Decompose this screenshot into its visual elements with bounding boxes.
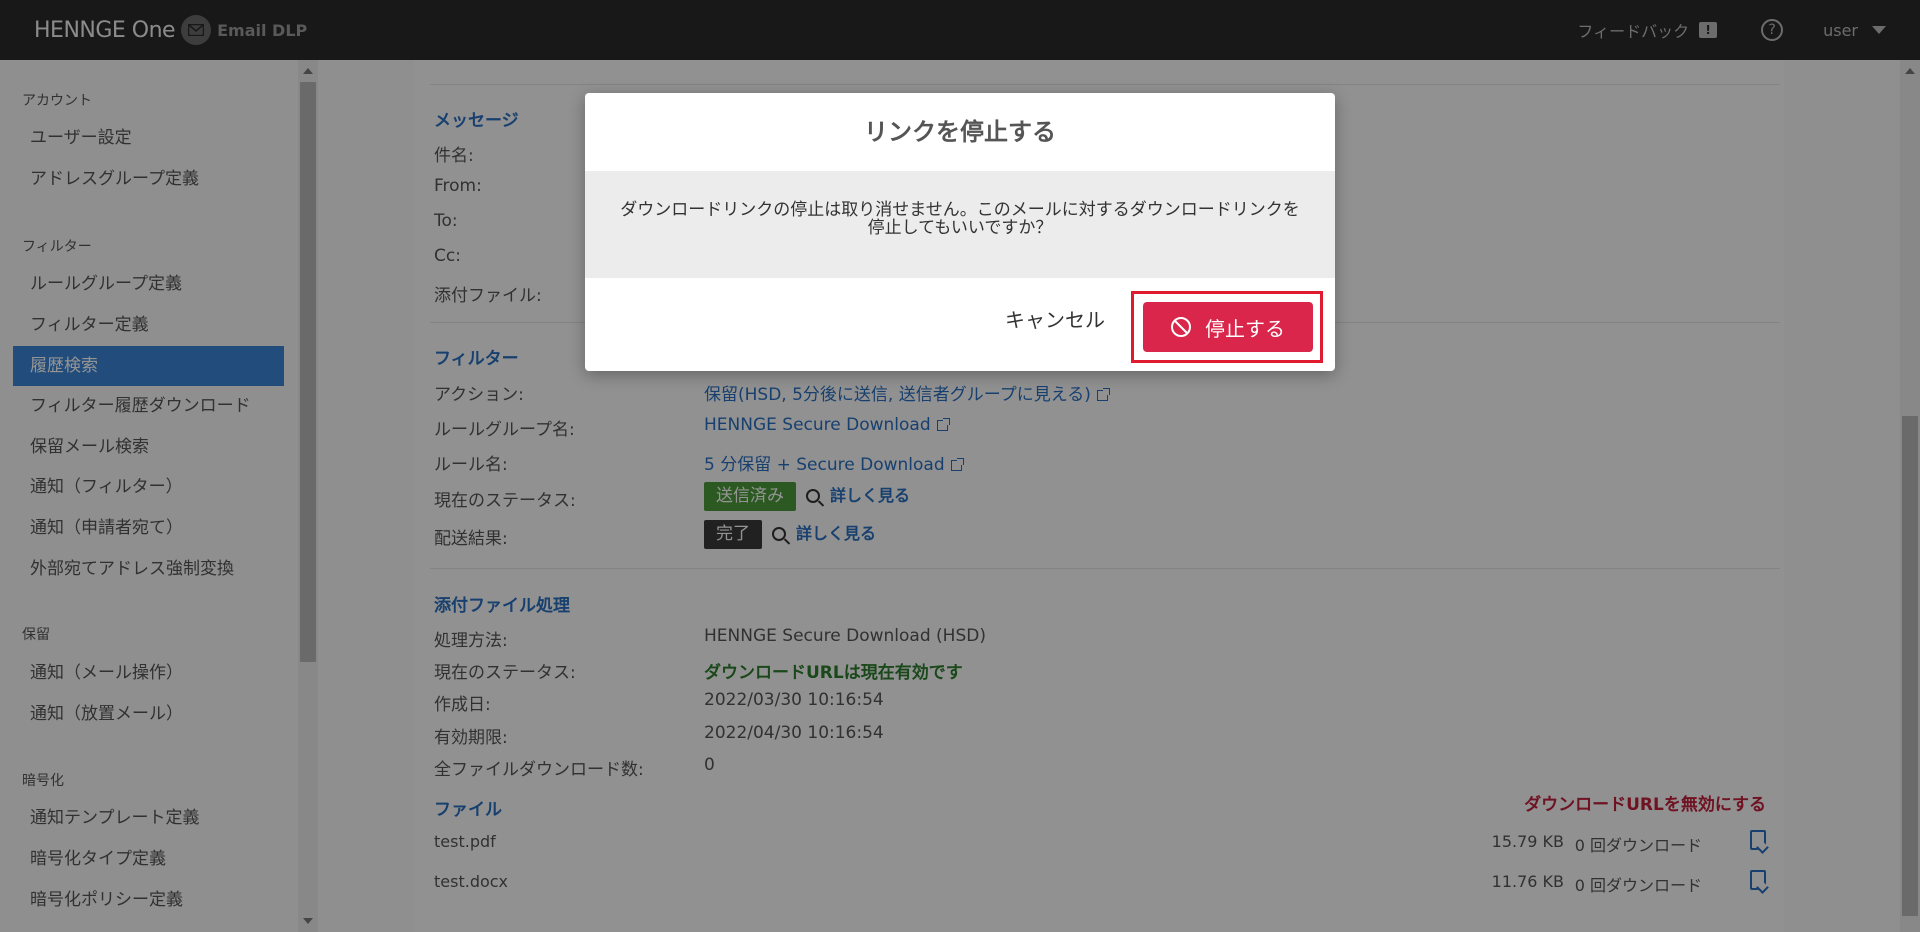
cancel-button[interactable]: キャンセル xyxy=(1005,304,1105,333)
dialog-title: リンクを停止する xyxy=(864,118,1056,146)
stop-button-label: 停止する xyxy=(1205,316,1285,341)
ban-icon xyxy=(1171,317,1191,337)
dialog-footer: キャンセル 停止する xyxy=(585,278,1335,371)
stop-button[interactable]: 停止する xyxy=(1143,302,1313,352)
dialog-message: ダウンロードリンクの停止は取り消せません。このメールに対するダウンロードリンクを… xyxy=(585,171,1335,278)
stop-link-dialog: リンクを停止する ダウンロードリンクの停止は取り消せません。このメールに対するダ… xyxy=(585,93,1335,371)
